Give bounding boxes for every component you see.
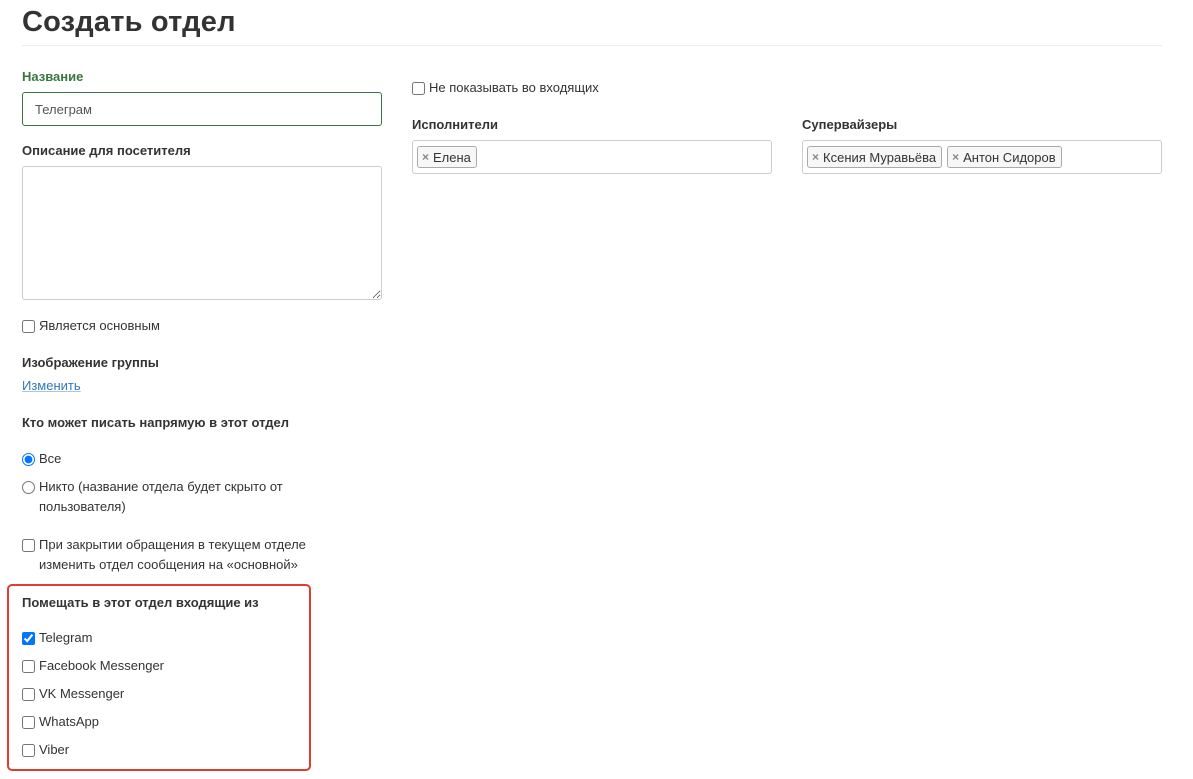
who-nobody-label: Никто (название отдела будет скрыто от п… bbox=[39, 479, 283, 514]
hide-in-inbox-checkbox[interactable] bbox=[412, 82, 425, 95]
description-label: Описание для посетителя bbox=[22, 143, 191, 158]
on-close-option[interactable]: При закрытии обращения в текущем отделе … bbox=[22, 537, 332, 575]
executor-chip: × Елена bbox=[417, 146, 477, 168]
change-image-link[interactable]: Изменить bbox=[22, 378, 81, 393]
is-main-option[interactable]: Является основным bbox=[22, 318, 160, 336]
supervisor-chip-label: Антон Сидоров bbox=[963, 149, 1056, 165]
description-textarea[interactable] bbox=[22, 166, 382, 300]
is-main-label: Является основным bbox=[39, 318, 160, 333]
who-all-label: Все bbox=[39, 451, 62, 466]
who-nobody-radio[interactable] bbox=[22, 481, 35, 494]
channel-viber[interactable]: Viber bbox=[22, 742, 69, 760]
channel-whatsapp-checkbox[interactable] bbox=[22, 716, 35, 729]
supervisor-chip-label: Ксения Муравьёва bbox=[823, 149, 937, 165]
executor-chip-label: Елена bbox=[433, 149, 471, 165]
channel-whatsapp[interactable]: WhatsApp bbox=[22, 714, 99, 732]
remove-chip-icon[interactable]: × bbox=[812, 150, 819, 164]
channel-viber-label: Viber bbox=[39, 742, 70, 757]
who-option-nobody[interactable]: Никто (название отдела будет скрыто от п… bbox=[22, 479, 322, 517]
channel-vk-checkbox[interactable] bbox=[22, 688, 35, 701]
supervisors-label: Супервайзеры bbox=[802, 117, 898, 132]
supervisor-chip: × Антон Сидоров bbox=[947, 146, 1062, 168]
executors-select[interactable]: × Елена bbox=[412, 140, 772, 174]
incoming-from-label: Помещать в этот отдел входящие из bbox=[22, 595, 259, 610]
hide-in-inbox-label: Не показывать во входящих bbox=[429, 80, 599, 95]
supervisors-select[interactable]: × Ксения Муравьёва × Антон Сидоров bbox=[802, 140, 1162, 174]
remove-chip-icon[interactable]: × bbox=[422, 150, 429, 164]
name-label: Название bbox=[22, 69, 84, 84]
channel-facebook[interactable]: Facebook Messenger bbox=[22, 658, 164, 676]
executors-label: Исполнители bbox=[412, 117, 498, 132]
channel-facebook-checkbox[interactable] bbox=[22, 660, 35, 673]
remove-chip-icon[interactable]: × bbox=[952, 150, 959, 164]
who-all-radio[interactable] bbox=[22, 453, 35, 466]
who-can-write-label: Кто может писать напрямую в этот отдел bbox=[22, 415, 290, 430]
channel-whatsapp-label: WhatsApp bbox=[39, 714, 99, 729]
on-close-label: При закрытии обращения в текущем отделе … bbox=[39, 537, 306, 572]
channel-viber-checkbox[interactable] bbox=[22, 744, 35, 757]
channel-telegram[interactable]: Telegram bbox=[22, 630, 92, 648]
who-option-all[interactable]: Все bbox=[22, 451, 61, 469]
channel-telegram-checkbox[interactable] bbox=[22, 632, 35, 645]
channel-telegram-label: Telegram bbox=[39, 630, 93, 645]
title-divider bbox=[22, 45, 1162, 46]
on-close-checkbox[interactable] bbox=[22, 539, 35, 552]
page-title: Создать отдел bbox=[22, 6, 236, 38]
channel-vk-label: VK Messenger bbox=[39, 686, 125, 701]
channel-vk[interactable]: VK Messenger bbox=[22, 686, 124, 704]
supervisor-chip: × Ксения Муравьёва bbox=[807, 146, 943, 168]
name-input[interactable] bbox=[22, 92, 382, 126]
hide-in-inbox-option[interactable]: Не показывать во входящих bbox=[412, 80, 599, 98]
channel-facebook-label: Facebook Messenger bbox=[39, 658, 165, 673]
is-main-checkbox[interactable] bbox=[22, 320, 35, 333]
image-label: Изображение группы bbox=[22, 355, 159, 370]
